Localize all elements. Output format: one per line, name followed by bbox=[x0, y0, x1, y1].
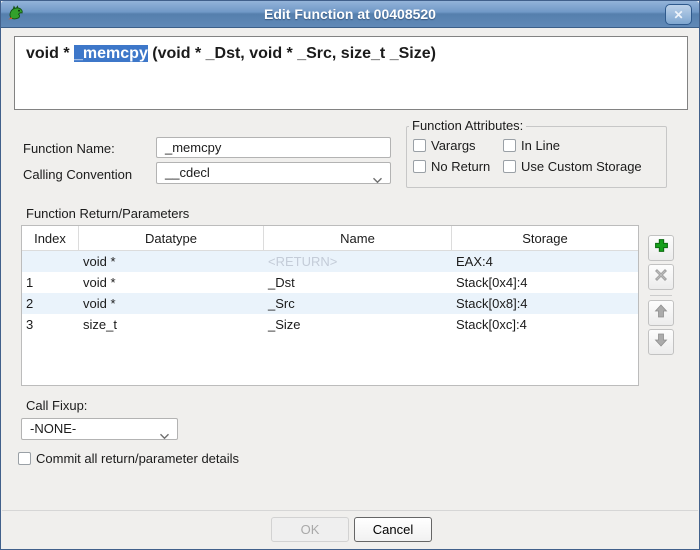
close-button[interactable]: ✕ bbox=[665, 4, 692, 25]
calling-convention-value: __cdecl bbox=[165, 165, 210, 180]
custom-storage-label: Use Custom Storage bbox=[521, 159, 642, 174]
cell-index[interactable]: 1 bbox=[22, 272, 79, 293]
checkbox-icon[interactable] bbox=[413, 160, 426, 173]
call-fixup-value: -NONE- bbox=[30, 421, 76, 436]
side-buttons-divider bbox=[650, 295, 672, 296]
down-arrow-icon bbox=[654, 333, 668, 352]
checkbox-icon[interactable] bbox=[503, 160, 516, 173]
cell-storage[interactable]: Stack[0x8]:4 bbox=[452, 293, 638, 314]
edit-function-dialog: Edit Function at 00408520 ✕ void * _memc… bbox=[0, 0, 700, 550]
add-parameter-button[interactable] bbox=[648, 235, 674, 261]
move-up-button[interactable] bbox=[648, 300, 674, 326]
button-area-divider bbox=[2, 510, 698, 511]
no-return-checkbox[interactable]: No Return bbox=[413, 159, 490, 174]
cell-name[interactable]: _Size bbox=[264, 314, 452, 335]
commit-details-checkbox[interactable]: Commit all return/parameter details bbox=[18, 451, 239, 466]
function-attributes-group: Function Attributes: Varargs In Line No … bbox=[406, 126, 667, 188]
cell-datatype[interactable]: void * bbox=[79, 293, 264, 314]
table-row[interactable]: void * <RETURN> EAX:4 bbox=[22, 251, 638, 272]
column-header-index[interactable]: Index bbox=[22, 226, 79, 250]
function-name-label: Function Name: bbox=[23, 141, 115, 156]
checkbox-icon[interactable] bbox=[413, 139, 426, 152]
signature-selected-text: _memcpy bbox=[74, 45, 148, 62]
cell-datatype[interactable]: void * bbox=[79, 251, 264, 272]
ok-button[interactable]: OK bbox=[271, 517, 349, 542]
close-icon: ✕ bbox=[673, 8, 683, 22]
cell-index[interactable] bbox=[22, 251, 79, 272]
inline-checkbox[interactable]: In Line bbox=[503, 138, 560, 153]
cell-name[interactable]: <RETURN> bbox=[264, 251, 452, 272]
chevron-down-icon bbox=[372, 170, 383, 190]
delete-parameter-button[interactable] bbox=[648, 264, 674, 290]
checkbox-icon[interactable] bbox=[503, 139, 516, 152]
cell-index[interactable]: 3 bbox=[22, 314, 79, 335]
cell-datatype[interactable]: void * bbox=[79, 272, 264, 293]
cell-index[interactable]: 2 bbox=[22, 293, 79, 314]
no-return-label: No Return bbox=[431, 159, 490, 174]
window-title: Edit Function at 00408520 bbox=[264, 6, 436, 22]
calling-convention-select[interactable]: __cdecl bbox=[156, 162, 391, 184]
move-down-button[interactable] bbox=[648, 329, 674, 355]
table-row[interactable]: 2 void * _Src Stack[0x8]:4 bbox=[22, 293, 638, 314]
calling-convention-label: Calling Convention bbox=[23, 167, 132, 182]
signature-editor[interactable]: void * _memcpy (void * _Dst, void * _Src… bbox=[14, 36, 688, 110]
cell-storage[interactable]: Stack[0x4]:4 bbox=[452, 272, 638, 293]
varargs-checkbox[interactable]: Varargs bbox=[413, 138, 476, 153]
cell-storage[interactable]: EAX:4 bbox=[452, 251, 638, 272]
column-header-storage[interactable]: Storage bbox=[452, 226, 638, 250]
plus-icon bbox=[654, 238, 669, 258]
table-header: Index Datatype Name Storage bbox=[22, 226, 638, 251]
commit-details-label: Commit all return/parameter details bbox=[36, 451, 239, 466]
column-header-name[interactable]: Name bbox=[264, 226, 452, 250]
table-row[interactable]: 1 void * _Dst Stack[0x4]:4 bbox=[22, 272, 638, 293]
column-header-datatype[interactable]: Datatype bbox=[79, 226, 264, 250]
ghidra-dragon-icon bbox=[7, 5, 25, 23]
table-row[interactable]: 3 size_t _Size Stack[0xc]:4 bbox=[22, 314, 638, 335]
signature-text-before: void * bbox=[26, 45, 74, 62]
cell-name[interactable]: _Src bbox=[264, 293, 452, 314]
parameters-table: Index Datatype Name Storage void * <RETU… bbox=[21, 225, 639, 386]
up-arrow-icon bbox=[654, 304, 668, 323]
call-fixup-select[interactable]: -NONE- bbox=[21, 418, 178, 440]
inline-label: In Line bbox=[521, 138, 560, 153]
custom-storage-checkbox[interactable]: Use Custom Storage bbox=[503, 159, 642, 174]
call-fixup-label: Call Fixup: bbox=[26, 398, 87, 413]
cell-datatype[interactable]: size_t bbox=[79, 314, 264, 335]
cancel-button[interactable]: Cancel bbox=[354, 517, 432, 542]
cell-name[interactable]: _Dst bbox=[264, 272, 452, 293]
title-bar[interactable]: Edit Function at 00408520 ✕ bbox=[1, 1, 699, 28]
parameters-section-label: Function Return/Parameters bbox=[26, 206, 189, 221]
varargs-label: Varargs bbox=[431, 138, 476, 153]
function-attributes-title: Function Attributes: bbox=[409, 118, 526, 133]
chevron-down-icon bbox=[159, 426, 170, 446]
x-delete-icon bbox=[654, 268, 668, 287]
function-name-input[interactable]: _memcpy bbox=[156, 137, 391, 158]
signature-text-after: (void * _Dst, void * _Src, size_t _Size) bbox=[148, 45, 436, 62]
cell-storage[interactable]: Stack[0xc]:4 bbox=[452, 314, 638, 335]
checkbox-icon[interactable] bbox=[18, 452, 31, 465]
